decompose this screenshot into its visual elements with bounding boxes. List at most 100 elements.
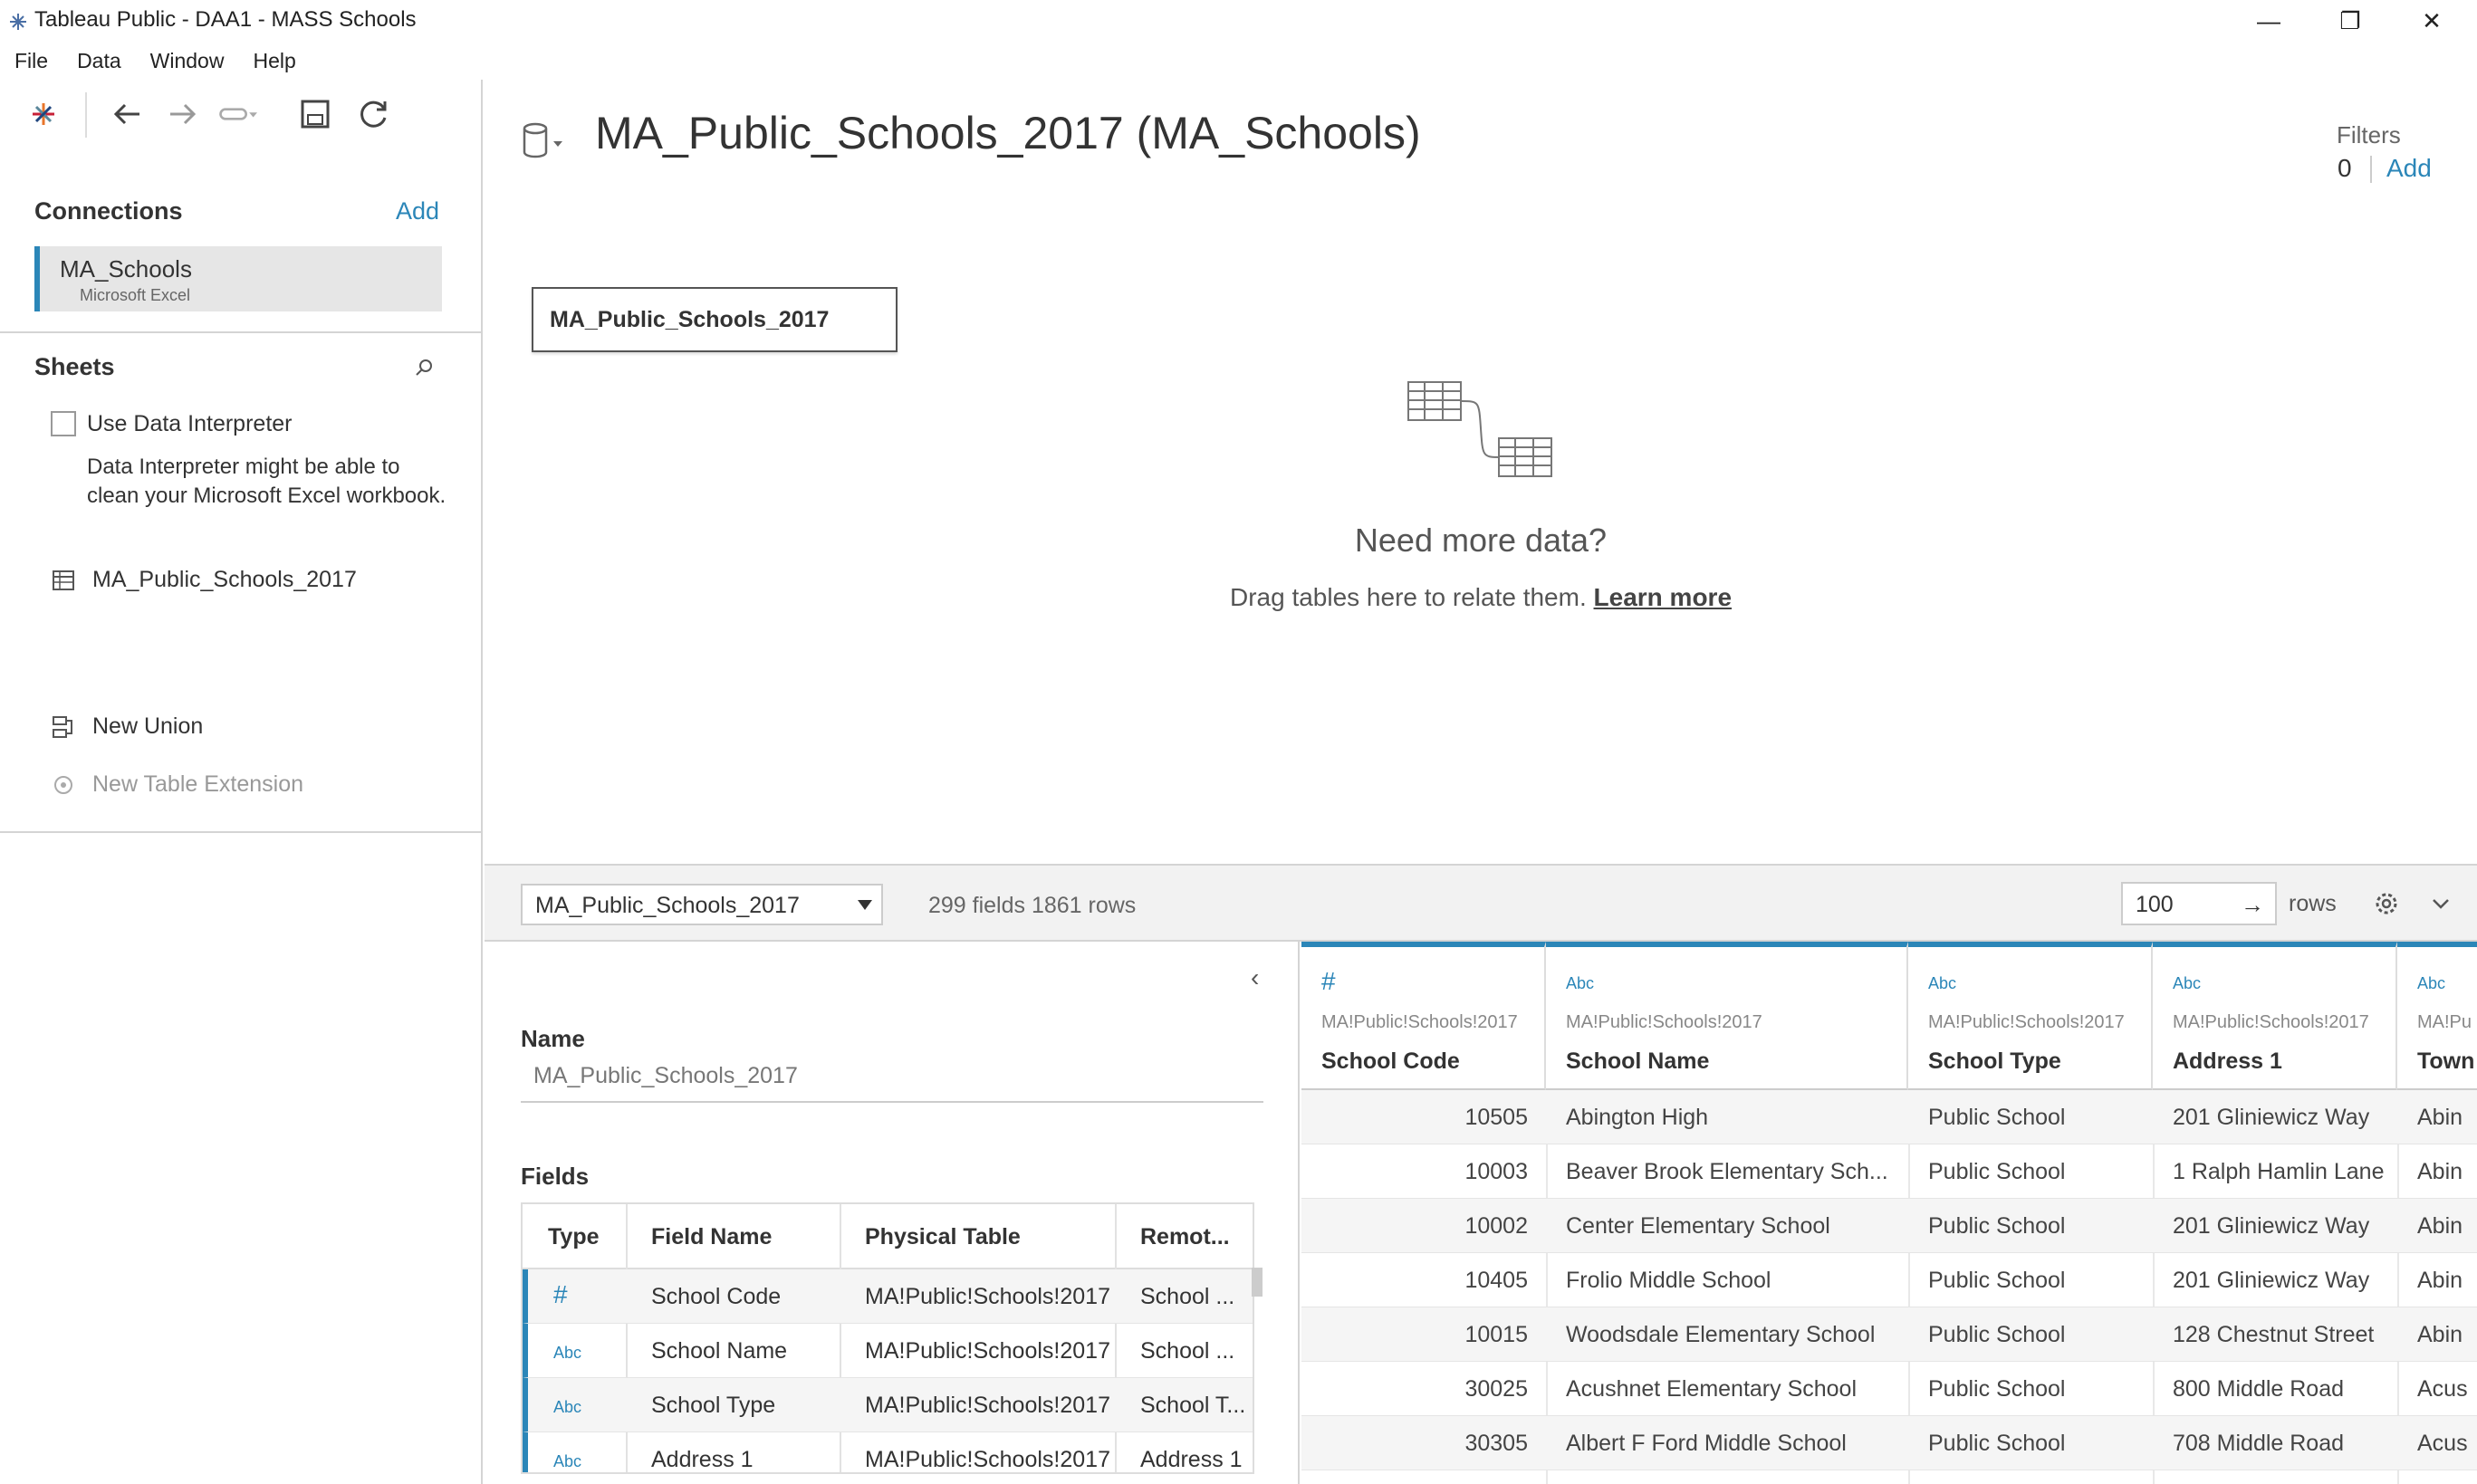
table-row[interactable]: Abc School Name MA!Public!Schools!2017 S… bbox=[523, 1324, 1253, 1378]
collapse-chevron-icon[interactable]: ‹ bbox=[1251, 963, 1278, 991]
add-filter-link[interactable]: Add bbox=[2386, 154, 2432, 183]
field-name: Address 1 bbox=[651, 1447, 754, 1472]
table-icon bbox=[51, 568, 76, 593]
table-cell: Abin bbox=[2417, 1159, 2463, 1184]
union-icon bbox=[51, 714, 76, 740]
table-row[interactable]: # School Code MA!Public!Schools!2017 Sch… bbox=[523, 1269, 1253, 1324]
section-divider bbox=[0, 331, 481, 333]
column-header[interactable]: Abc MA!Public!Schools!2017 School Type bbox=[1908, 942, 2153, 1090]
table-name-field[interactable]: MA_Public_Schools_2017 bbox=[521, 1063, 1263, 1103]
add-connection-link[interactable]: Add bbox=[396, 197, 439, 225]
connection-type: Microsoft Excel bbox=[80, 286, 191, 304]
table-cell: Public School bbox=[1928, 1376, 2066, 1402]
menu-file[interactable]: File bbox=[0, 42, 62, 80]
fields-label: Fields bbox=[521, 1163, 590, 1190]
new-table-extension-item[interactable]: New Table Extension bbox=[51, 771, 303, 798]
logical-table[interactable]: MA_Public_Schools_2017 bbox=[532, 287, 898, 352]
new-union-item[interactable]: New Union bbox=[51, 713, 203, 740]
table-cell: Acushnet Elementary School bbox=[1566, 1376, 1858, 1402]
save-icon[interactable] bbox=[295, 94, 335, 134]
replay-icon[interactable] bbox=[217, 94, 257, 134]
fields-rows-count: 299 fields 1861 rows bbox=[928, 893, 1137, 918]
menu-window[interactable]: Window bbox=[136, 42, 239, 80]
metadata-pane: ‹ Name MA_Public_Schools_2017 Fields Typ… bbox=[485, 942, 1300, 1484]
left-pane: Connections Add MA_Schools Microsoft Exc… bbox=[0, 80, 483, 1484]
rows-label: rows bbox=[2289, 891, 2337, 916]
table-row[interactable]: 30305 Albert F Ford Middle School Public S… bbox=[1301, 1416, 2477, 1470]
table-select-dropdown[interactable]: MA_Public_Schools_2017 bbox=[521, 884, 883, 925]
table-select-value: MA_Public_Schools_2017 bbox=[535, 893, 800, 918]
table-cell: Public School bbox=[1928, 1431, 2066, 1456]
minimize-button[interactable]: — bbox=[2228, 0, 2309, 42]
fields-scrollbar[interactable] bbox=[1252, 1268, 1263, 1297]
sheets-title: Sheets bbox=[34, 353, 115, 380]
physical-table: MA!Public!Schools!2017 bbox=[865, 1284, 1110, 1309]
use-interpreter-label: Use Data Interpreter bbox=[87, 411, 293, 436]
number-type-icon[interactable]: # bbox=[1321, 967, 1336, 996]
restore-button[interactable]: ❐ bbox=[2309, 0, 2391, 42]
column-header[interactable]: Abc MA!Pu Town bbox=[2397, 942, 2477, 1090]
field-name: School Type bbox=[651, 1393, 776, 1418]
logical-table-name: MA_Public_Schools_2017 bbox=[550, 307, 830, 332]
string-type-icon[interactable]: Abc bbox=[2173, 974, 2201, 993]
grid-toolbar: MA_Public_Schools_2017 299 fields 1861 r… bbox=[485, 864, 2477, 942]
use-interpreter-checkbox[interactable] bbox=[51, 411, 76, 436]
header-field-name[interactable]: Field Name bbox=[651, 1224, 772, 1250]
rows-input[interactable]: 100 → bbox=[2121, 882, 2277, 925]
table-row[interactable]: Abc School Type MA!Public!Schools!2017 S… bbox=[523, 1378, 1253, 1432]
interpreter-help-text: Data Interpreter might be able to clean … bbox=[87, 455, 446, 508]
string-type-icon[interactable]: Abc bbox=[553, 1344, 581, 1363]
back-arrow-icon[interactable] bbox=[107, 94, 147, 134]
table-cell: 10002 bbox=[1464, 1213, 1528, 1239]
number-type-icon[interactable]: # bbox=[553, 1280, 568, 1309]
table-cell: Woodsdale Elementary School bbox=[1566, 1322, 1876, 1347]
column-source: MA!Pu bbox=[2417, 1012, 2472, 1032]
header-remote[interactable]: Remot... bbox=[1140, 1224, 1230, 1250]
string-type-icon[interactable]: Abc bbox=[1928, 974, 1956, 993]
table-cell: Public School bbox=[1928, 1159, 2066, 1184]
table-cell: 10405 bbox=[1464, 1268, 1528, 1293]
table-row[interactable]: 10405 Frolio Middle School Public School 20… bbox=[1301, 1253, 2477, 1307]
close-button[interactable]: ✕ bbox=[2391, 0, 2472, 42]
table-cell: Abin bbox=[2417, 1105, 2463, 1130]
drag-tables-text: Drag tables here to relate them. bbox=[1229, 583, 1587, 611]
column-source: MA!Public!Schools!2017 bbox=[2173, 1012, 2369, 1032]
menu-help[interactable]: Help bbox=[238, 42, 310, 80]
string-type-icon[interactable]: Abc bbox=[553, 1398, 581, 1417]
table-row[interactable]: 10002 Center Elementary School Public Scho… bbox=[1301, 1199, 2477, 1253]
tableau-home-icon[interactable] bbox=[24, 94, 63, 134]
table-cell: 30025 bbox=[1464, 1376, 1528, 1402]
table-row[interactable]: 30025 Acushnet Elementary School Public Sc… bbox=[1301, 1362, 2477, 1416]
table-row[interactable]: 10003 Beaver Brook Elementary Sch... Publi… bbox=[1301, 1144, 2477, 1199]
dropdown-arrow-icon bbox=[858, 900, 872, 910]
sheet-item[interactable]: MA_Public_Schools_2017 bbox=[51, 567, 357, 593]
header-physical-table[interactable]: Physical Table bbox=[865, 1224, 1021, 1250]
column-header[interactable]: Abc MA!Public!Schools!2017 School Name bbox=[1546, 942, 1908, 1090]
datasource-cylinder-icon[interactable] bbox=[521, 120, 571, 165]
field-name: School Name bbox=[651, 1338, 788, 1364]
header-type[interactable]: Type bbox=[548, 1224, 600, 1250]
title-bar: Tableau Public - DAA1 - MASS Schools — ❐… bbox=[0, 0, 2477, 42]
drag-tables-hint: Drag tables here to relate them. Learn m… bbox=[485, 583, 2477, 612]
datasource-title[interactable]: MA_Public_Schools_2017 (MA_Schools) bbox=[595, 107, 1421, 159]
string-type-icon[interactable]: Abc bbox=[1566, 974, 1594, 993]
table-row[interactable]: 10015 Woodsdale Elementary School Public S… bbox=[1301, 1307, 2477, 1362]
table-row[interactable]: 10505 Abington High Public School 201 Glini… bbox=[1301, 1090, 2477, 1144]
apply-arrow-icon[interactable]: → bbox=[2241, 891, 2264, 919]
learn-more-link[interactable]: Learn more bbox=[1594, 583, 1733, 611]
string-type-icon[interactable]: Abc bbox=[2417, 974, 2445, 993]
table-row[interactable]: Abc Address 1 MA!Public!Schools!2017 Add… bbox=[523, 1432, 1253, 1472]
table-cell: 1 Ralph Hamlin Lane bbox=[2173, 1159, 2385, 1184]
column-header[interactable]: # MA!Public!Schools!2017 School Code bbox=[1301, 942, 1546, 1090]
menu-bar: File Data Window Help bbox=[0, 42, 2477, 80]
string-type-icon[interactable]: Abc bbox=[553, 1452, 581, 1471]
sheet-item-label: MA_Public_Schools_2017 bbox=[92, 567, 357, 592]
menu-data[interactable]: Data bbox=[62, 42, 136, 80]
connection-item[interactable]: MA_Schools Microsoft Excel bbox=[34, 246, 442, 311]
forward-arrow-icon[interactable] bbox=[163, 94, 203, 134]
column-header[interactable]: Abc MA!Public!Schools!2017 Address 1 bbox=[2153, 942, 2397, 1090]
chevron-down-icon[interactable] bbox=[2424, 887, 2457, 920]
refresh-icon[interactable] bbox=[353, 94, 393, 134]
search-icon[interactable] bbox=[413, 357, 435, 378]
gear-icon[interactable] bbox=[2370, 887, 2403, 920]
